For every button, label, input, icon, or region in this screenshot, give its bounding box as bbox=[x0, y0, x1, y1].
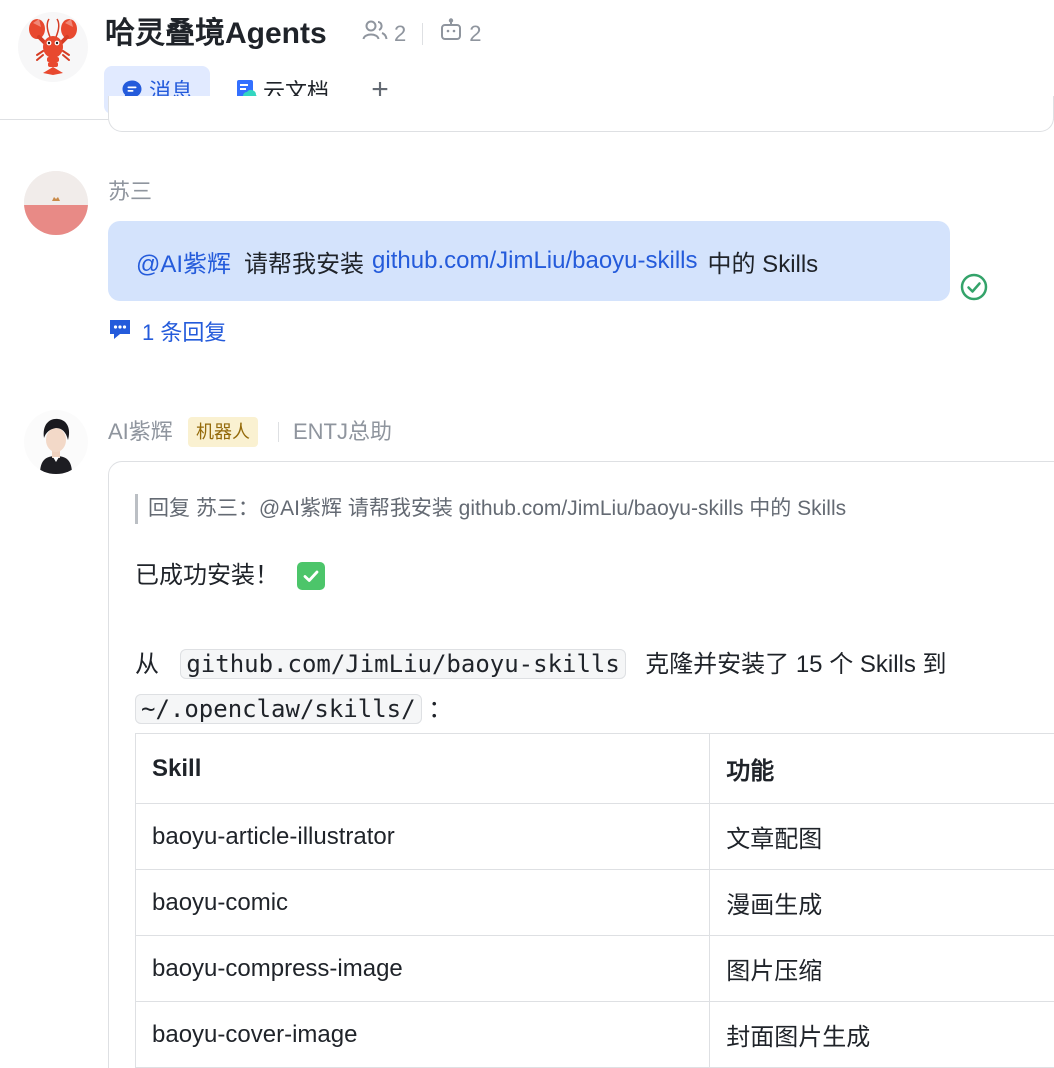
repo-link[interactable]: github.com/JimLiu/baoyu-skills bbox=[372, 247, 697, 275]
meta-divider bbox=[422, 23, 424, 45]
bot-avatar[interactable] bbox=[24, 410, 88, 474]
mention-link[interactable]: @AI紫辉 bbox=[136, 244, 231, 279]
table-row: baoyu-article-illustrator 文章配图 bbox=[134, 803, 1054, 870]
sender-avatar-susan[interactable] bbox=[24, 171, 88, 235]
reply-count-label[interactable]: 1 条回复 bbox=[142, 318, 226, 348]
check-mark-icon bbox=[297, 562, 325, 590]
install-summary-line: 从 github.com/JimLiu/baoyu-skills 克隆并安装了 … bbox=[135, 646, 947, 683]
skill-name: baoyu-cover-image bbox=[134, 1001, 711, 1068]
skill-name: baoyu-article-illustrator bbox=[134, 803, 711, 870]
bot-icon[interactable] bbox=[439, 18, 463, 50]
skill-function: 封面图片生成 bbox=[709, 1001, 1054, 1068]
member-count[interactable]: 2 bbox=[394, 19, 406, 49]
sender-divider bbox=[278, 422, 279, 442]
message-text-suffix: 中的 Skills bbox=[707, 250, 819, 278]
bot-badge: 机器人 bbox=[188, 417, 258, 447]
skill-function: 图片压缩 bbox=[709, 935, 1054, 1002]
table-row: baoyu-comic 漫画生成 bbox=[134, 869, 1054, 936]
success-line: 已成功安装！ bbox=[135, 558, 325, 594]
group-meta: 2 2 bbox=[362, 18, 482, 50]
message-text: 请帮我安装 bbox=[244, 250, 365, 278]
path-code: ~/.openclaw/skills/ bbox=[135, 694, 422, 724]
bot-role: ENTJ总助 bbox=[293, 419, 393, 444]
sender-name[interactable]: 苏三 bbox=[108, 177, 152, 207]
skill-function: 文章配图 bbox=[709, 803, 1054, 870]
bot-sender-name[interactable]: AI紫辉 bbox=[108, 417, 173, 447]
path-suffix: ： bbox=[428, 696, 453, 723]
repo-code: github.com/JimLiu/baoyu-skills bbox=[180, 649, 626, 679]
read-check-icon[interactable] bbox=[960, 273, 988, 301]
summary-suffix: 克隆并安装了 15 个 Skills 到 bbox=[645, 651, 947, 678]
header-function: 功能 bbox=[709, 733, 1054, 804]
header-skill: Skill bbox=[134, 733, 711, 804]
success-text: 已成功安装！ bbox=[135, 562, 279, 589]
thread-reply-icon bbox=[108, 318, 132, 348]
skills-table: Skill 功能 baoyu-article-illustrator 文章配图 … bbox=[134, 733, 1054, 1068]
table-row: baoyu-compress-image 图片压缩 bbox=[134, 935, 1054, 1002]
skill-name: baoyu-compress-image bbox=[134, 935, 711, 1002]
summary-prefix: 从 bbox=[135, 651, 159, 678]
bot-message-card[interactable]: 回复 苏三：@AI紫辉 请帮我安装 github.com/JimLiu/baoy… bbox=[108, 461, 1054, 1068]
group-title: 哈灵叠境Agents bbox=[105, 17, 327, 50]
members-icon[interactable] bbox=[362, 19, 388, 49]
skill-function: 漫画生成 bbox=[709, 869, 1054, 936]
previous-message-card bbox=[108, 96, 1054, 132]
reply-thread-link[interactable]: 1 条回复 bbox=[108, 318, 226, 348]
bot-count[interactable]: 2 bbox=[469, 19, 481, 49]
table-header-row: Skill 功能 bbox=[134, 733, 1054, 804]
skill-name: baoyu-comic bbox=[134, 869, 711, 936]
reply-quote[interactable]: 回复 苏三：@AI紫辉 请帮我安装 github.com/JimLiu/baoy… bbox=[135, 494, 846, 524]
group-avatar-lobster[interactable] bbox=[18, 12, 88, 82]
table-row: baoyu-cover-image 封面图片生成 bbox=[134, 1001, 1054, 1068]
user-message-bubble[interactable]: @AI紫辉 请帮我安装 github.com/JimLiu/baoyu-skil… bbox=[108, 221, 950, 301]
install-path-line: ~/.openclaw/skills/ ： bbox=[135, 691, 452, 728]
